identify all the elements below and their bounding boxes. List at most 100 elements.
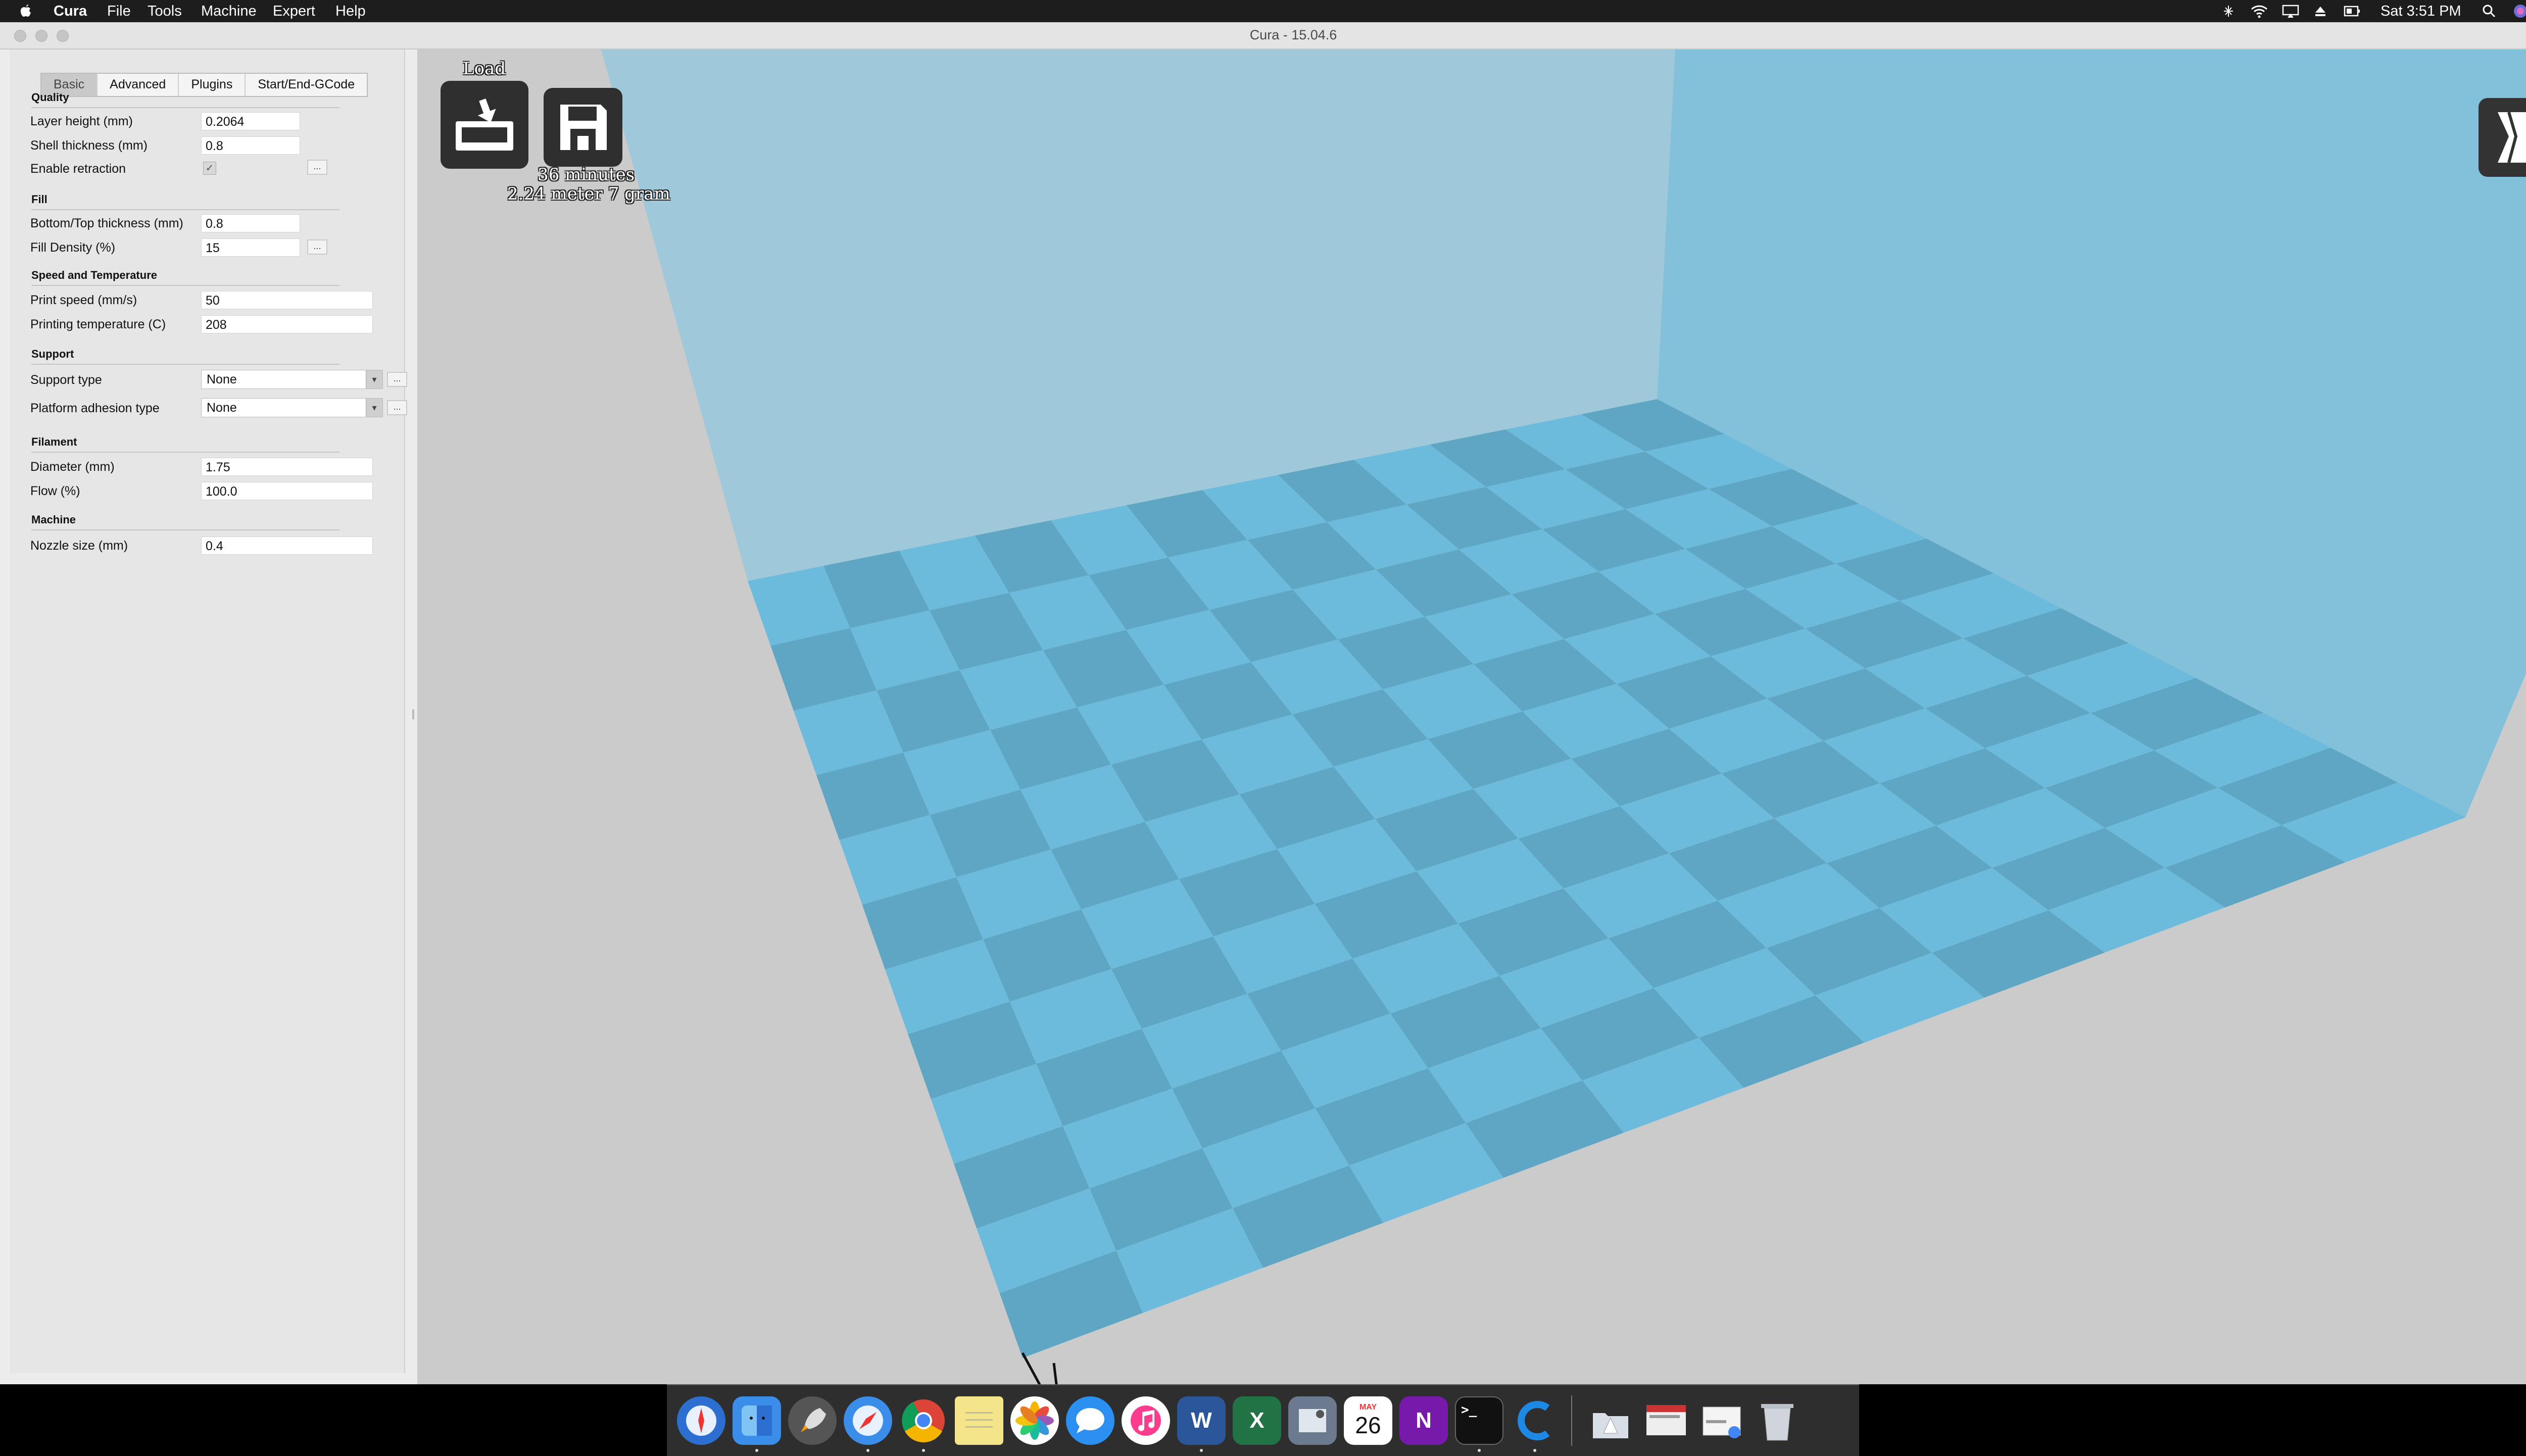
- sidebar-splitter-handle[interactable]: [412, 709, 414, 719]
- bottom-top-thickness-input[interactable]: 0.8: [201, 214, 300, 232]
- wifi-icon[interactable]: [2249, 3, 2269, 19]
- word-icon[interactable]: W: [1177, 1396, 1226, 1445]
- section-divider: [31, 364, 339, 365]
- section-divider: [31, 529, 339, 530]
- spotlight-search-icon[interactable]: [2482, 3, 2497, 19]
- 3d-viewport[interactable]: Load 36 minutes 2.24 meter 7 gram: [417, 50, 2526, 1384]
- settings-sidebar: Basic Advanced Plugins Start/End-GCode Q…: [10, 50, 407, 1373]
- nozzle-size-input[interactable]: 0.4: [201, 537, 373, 555]
- eject-icon[interactable]: [2313, 3, 2328, 19]
- safari-compass-icon[interactable]: [677, 1396, 725, 1445]
- checkmark-icon: ✓: [205, 163, 214, 174]
- trash-icon[interactable]: [1753, 1396, 1802, 1445]
- finder-icon[interactable]: [733, 1396, 781, 1445]
- print-temperature-label: Printing temperature (C): [30, 317, 166, 331]
- section-filament: Filament: [31, 435, 77, 448]
- onenote-icon[interactable]: N: [1399, 1396, 1448, 1445]
- print-temperature-input[interactable]: 208: [201, 315, 373, 333]
- window-titlebar: Cura - 15.04.6: [0, 22, 2526, 50]
- apple-icon[interactable]: [18, 3, 33, 19]
- preview-icon[interactable]: [1288, 1396, 1337, 1445]
- running-indicator: [1200, 1449, 1203, 1452]
- adhesion-type-label: Platform adhesion type: [30, 401, 160, 415]
- print-speed-input[interactable]: 50: [201, 291, 373, 309]
- menu-file[interactable]: File: [107, 2, 131, 20]
- menu-help[interactable]: Help: [335, 2, 366, 20]
- enable-retraction-checkbox[interactable]: ✓: [203, 162, 216, 175]
- flow-input[interactable]: 100.0: [201, 482, 373, 500]
- shell-thickness-input[interactable]: 0.8: [201, 136, 300, 155]
- window-title: Cura - 15.04.6: [1249, 27, 1337, 42]
- terminal-icon[interactable]: >_: [1455, 1396, 1503, 1445]
- section-divider: [31, 107, 339, 108]
- menu-machine[interactable]: Machine: [201, 2, 257, 20]
- support-type-label: Support type: [30, 373, 102, 387]
- fill-options-button[interactable]: ...: [307, 239, 327, 255]
- adhesion-options-button[interactable]: ...: [387, 400, 407, 415]
- menu-bar: Cura File Tools Machine Expert Help Sat …: [0, 0, 2526, 22]
- tab-advanced[interactable]: Advanced: [98, 74, 179, 96]
- enable-retraction-label: Enable retraction: [30, 162, 126, 176]
- support-options-button[interactable]: ...: [387, 372, 407, 387]
- retraction-options-button[interactable]: ...: [307, 160, 327, 175]
- cura-icon[interactable]: [1511, 1396, 1559, 1445]
- adhesion-type-select[interactable]: None ▾: [201, 398, 383, 417]
- calendar-icon[interactable]: MAY 26: [1344, 1396, 1392, 1445]
- flow-label: Flow (%): [30, 484, 80, 498]
- chevron-down-icon: ▾: [366, 399, 382, 417]
- running-indicator: [1533, 1449, 1536, 1452]
- menu-tools[interactable]: Tools: [148, 2, 182, 20]
- fill-density-input[interactable]: 15: [201, 238, 300, 257]
- downloads-stack-icon[interactable]: [1697, 1396, 1746, 1445]
- macos-dock: W X MAY 26 N >_: [667, 1384, 1859, 1456]
- safari-icon[interactable]: [844, 1396, 892, 1445]
- running-indicator: [922, 1449, 925, 1452]
- network-status-icon[interactable]: [2221, 3, 2236, 19]
- view-mode-button[interactable]: [2479, 98, 2526, 177]
- tab-start-end-gcode[interactable]: Start/End-GCode: [246, 74, 367, 96]
- build-volume-scene: [417, 50, 2526, 1384]
- airplay-icon[interactable]: [2280, 3, 2301, 19]
- messages-icon[interactable]: [1066, 1396, 1114, 1445]
- section-divider: [31, 209, 339, 210]
- load-model-button[interactable]: [441, 81, 528, 169]
- siri-icon[interactable]: [2512, 3, 2526, 19]
- bottom-top-thickness-label: Bottom/Top thickness (mm): [30, 216, 183, 230]
- photos-icon[interactable]: [1010, 1396, 1059, 1445]
- battery-icon[interactable]: [2342, 3, 2362, 19]
- view-mode-icon: [2498, 112, 2526, 163]
- running-indicator: [866, 1449, 869, 1452]
- excel-icon[interactable]: X: [1233, 1396, 1281, 1445]
- nozzle-size-label: Nozzle size (mm): [30, 539, 128, 553]
- section-support: Support: [31, 348, 74, 360]
- documents-stack-icon[interactable]: [1642, 1396, 1690, 1445]
- section-speed-temperature: Speed and Temperature: [31, 269, 157, 281]
- layer-height-input[interactable]: 0.2064: [201, 112, 300, 130]
- load-label: Load: [463, 59, 506, 79]
- save-gcode-button[interactable]: [544, 88, 622, 167]
- chrome-icon[interactable]: [899, 1396, 948, 1445]
- diameter-input[interactable]: 1.75: [201, 458, 373, 476]
- section-machine: Machine: [31, 513, 76, 526]
- support-type-select[interactable]: None ▾: [201, 370, 383, 389]
- print-time-text: 36 minutes: [538, 165, 635, 185]
- itunes-icon[interactable]: [1122, 1396, 1170, 1445]
- chevron-down-icon: ▾: [366, 370, 382, 389]
- launchpad-rocket-icon[interactable]: [788, 1396, 837, 1445]
- section-quality: Quality: [31, 91, 69, 104]
- adhesion-type-value: None: [207, 401, 237, 415]
- calendar-month: MAY: [1359, 1403, 1377, 1412]
- section-divider: [31, 285, 339, 286]
- layer-height-label: Layer height (mm): [30, 114, 133, 128]
- menubar-clock[interactable]: Sat 3:51 PM: [2381, 2, 2461, 20]
- applications-folder-icon[interactable]: [1586, 1396, 1635, 1445]
- running-indicator: [1478, 1449, 1481, 1452]
- save-disk-icon: [560, 105, 607, 150]
- diameter-label: Diameter (mm): [30, 460, 115, 474]
- tab-plugins[interactable]: Plugins: [179, 74, 246, 96]
- notes-icon[interactable]: [955, 1396, 1003, 1445]
- menu-expert[interactable]: Expert: [273, 2, 315, 20]
- menu-app-name[interactable]: Cura: [54, 2, 87, 20]
- dock-divider: [1571, 1395, 1572, 1446]
- shell-thickness-label: Shell thickness (mm): [30, 138, 148, 153]
